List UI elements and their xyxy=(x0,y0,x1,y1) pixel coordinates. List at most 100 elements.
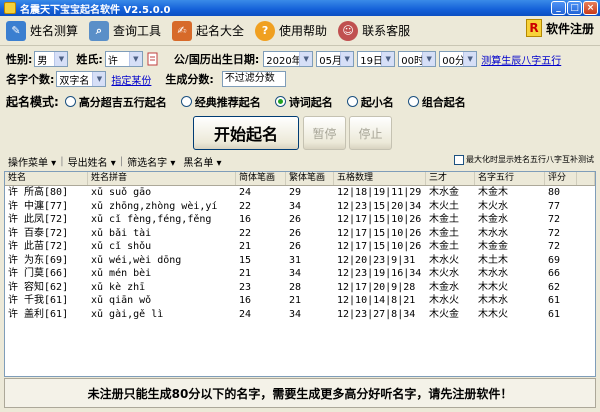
assign-char-link[interactable]: 指定某份 xyxy=(111,72,151,87)
table-cell: 木水水 xyxy=(478,268,508,279)
table-row[interactable]: 许 容知[62] xǔ kè zhī 23 28 12|17|20|9|28 木金水 木木火… xyxy=(5,281,595,295)
menu-label: 操作菜单 xyxy=(8,157,48,169)
table-cell: 木金水 xyxy=(478,214,508,225)
table-cell: 木金金 xyxy=(478,241,508,252)
start-naming-button[interactable]: 开始起名 xyxy=(193,116,299,150)
column-header[interactable]: 三才 xyxy=(426,172,475,185)
toolbar-contact-support[interactable]: ☺ 联系客服 xyxy=(336,18,415,44)
table-cell: 72 xyxy=(548,227,561,239)
mode-radio-high-score[interactable]: 高分超吉五行起名 xyxy=(64,94,167,110)
month-select[interactable]: 05月 ▼ xyxy=(316,51,355,67)
column-header[interactable]: 繁体笔画 xyxy=(286,172,334,185)
table-cell: 12|18|19|11|29 xyxy=(337,187,422,198)
year-value: 2020年 xyxy=(266,55,302,67)
column-header[interactable]: 五格数理 xyxy=(334,172,426,185)
toolbar-name-analysis[interactable]: ✎ 姓名测算 xyxy=(4,18,83,44)
menu-operations[interactable]: 操作菜单 ▾ xyxy=(4,154,60,169)
table-cell: 34 xyxy=(289,308,302,320)
menu-filter-names[interactable]: 筛选名字 ▾ xyxy=(123,154,179,169)
table-row[interactable]: 许 千我[61] xǔ qiān wǒ 16 21 12|10|14|8|21 木水火 木木… xyxy=(5,294,595,308)
table-cell: 77 xyxy=(548,200,561,212)
mode-radio-poetry[interactable]: 诗词起名 xyxy=(274,94,333,110)
hour-value: 00时 xyxy=(401,55,424,67)
book-icon: ✎ xyxy=(6,20,26,41)
table-row[interactable]: 许 中瀍[77] xǔ zhōng,zhòng wèi,yí 22 34 12|23|1… xyxy=(5,200,595,214)
table-cell: 许 为东[69] xyxy=(8,254,69,266)
table-row[interactable]: 许 所高[80] xǔ suǒ gāo 24 29 12|18|19|11|29 木水金 木… xyxy=(5,186,595,200)
day-select[interactable]: 19日 ▼ xyxy=(357,51,396,67)
table-cell: 木火水 xyxy=(478,200,508,212)
table-row[interactable]: 许 此凤[72] xǔ cǐ fèng,féng,fěng 16 26 12|17|15… xyxy=(5,213,595,227)
menu-blacklist[interactable]: 黑名单 ▾ xyxy=(179,154,225,169)
table-cell: 69 xyxy=(548,254,561,266)
name-count-label: 名字个数: xyxy=(6,73,55,86)
table-cell: 12|17|20|9|28 xyxy=(337,281,416,293)
table-cell: 木金土 xyxy=(429,241,459,252)
hour-select[interactable]: 00时 ▼ xyxy=(398,51,437,67)
table-cell: 12|23|15|20|34 xyxy=(337,200,422,212)
results-table[interactable]: 姓名 姓名拼音 简体笔画 繁体笔画 五格数理 三才 名字五行 评分 许 所高[8… xyxy=(4,171,596,377)
table-row[interactable]: 许 百泰[72] xǔ bǎi tài 22 26 12|17|15|10|26 木金土 木… xyxy=(5,227,595,241)
table-cell: 15 xyxy=(239,254,252,266)
column-header[interactable]: 姓名 xyxy=(5,172,88,185)
chevron-down-icon: ▼ xyxy=(422,52,436,66)
column-header[interactable]: 名字五行 xyxy=(475,172,545,185)
surname-select[interactable]: 许 ▼ xyxy=(104,51,143,67)
table-cell: xǔ wéi,wèi dōng xyxy=(91,254,182,266)
score-filter-field[interactable]: 不过滤分数 xyxy=(221,71,286,87)
table-row[interactable]: 许 盖利[61] xǔ gài,gě lì 24 34 12|23|27|8|34 木火金… xyxy=(5,308,595,322)
mode-radio-nickname[interactable]: 起小名 xyxy=(346,94,394,110)
table-cell: 21 xyxy=(239,268,252,279)
table-cell: 66 xyxy=(548,268,561,279)
surname-value: 许 xyxy=(107,55,118,67)
title-bar: 名震天下宝宝起名软件 V2.5.0.0 _ □ × xyxy=(0,0,600,16)
table-cell: 12|23|19|16|34 xyxy=(337,268,422,279)
column-header[interactable]: 姓名拼音 xyxy=(88,172,236,185)
maximize-show-checkbox[interactable]: 最大化时显示姓名五行八字互补测试 xyxy=(454,154,594,165)
table-cell: 22 xyxy=(239,227,252,239)
radio-dot xyxy=(180,96,192,107)
table-row[interactable]: 许 门莫[66] xǔ mén bèi 21 34 12|23|19|16|34 木火水 木… xyxy=(5,267,595,281)
mode-radio-combination[interactable]: 组合起名 xyxy=(407,94,466,110)
table-row[interactable]: 许 为东[69] xǔ wéi,wèi dōng 15 31 12|20|23|9|31… xyxy=(5,254,595,268)
gender-select[interactable]: 男 ▼ xyxy=(34,51,69,67)
register-button[interactable]: R 软件注册 xyxy=(525,19,594,37)
table-cell: 木水水 xyxy=(478,227,508,239)
toolbar-label: 使用帮助 xyxy=(279,24,328,38)
surname-label: 姓氏: xyxy=(76,53,103,66)
result-menu-bar: 操作菜单 ▾ | 导出姓名 ▾ | 筛选名字 ▾ 黑名单 ▾ 最大化时显示姓名五… xyxy=(4,154,596,169)
column-header[interactable]: 简体笔画 xyxy=(236,172,286,185)
column-header[interactable]: 评分 xyxy=(545,172,577,185)
calc-bazi-link[interactable]: 测算生辰八字五行 xyxy=(481,52,561,67)
table-cell: xǔ gài,gě lì xyxy=(91,308,164,320)
radio-dot xyxy=(64,96,76,107)
table-cell: 木木水 xyxy=(478,295,508,306)
minimize-button[interactable]: _ xyxy=(551,1,566,15)
mode-radio-classic[interactable]: 经典推荐起名 xyxy=(180,94,261,110)
table-header: 姓名 姓名拼音 简体笔画 繁体笔画 五格数理 三才 名字五行 评分 xyxy=(5,172,595,186)
close-button[interactable]: × xyxy=(583,1,598,15)
document-icon[interactable] xyxy=(146,52,160,66)
chevron-down-icon: ▼ xyxy=(92,72,106,86)
radio-dot xyxy=(346,96,358,107)
register-icon: R xyxy=(525,19,542,37)
table-cell: 12|17|15|10|26 xyxy=(337,214,422,225)
toolbar-naming-collection[interactable]: ✍ 起名大全 xyxy=(170,18,249,44)
menu-export-names[interactable]: 导出姓名 ▾ xyxy=(64,154,120,169)
name-count-value: 双字名 xyxy=(59,75,90,87)
pause-button[interactable]: 暂停 xyxy=(303,116,346,150)
minute-select[interactable]: 00分 ▼ xyxy=(439,51,478,67)
toolbar-help[interactable]: ? 使用帮助 xyxy=(253,18,332,44)
chevron-down-icon: ▼ xyxy=(299,52,313,66)
table-cell: 24 xyxy=(239,308,252,320)
magnifier-icon: ⌕ xyxy=(89,20,110,41)
table-cell: 21 xyxy=(289,295,302,306)
stop-button[interactable]: 停止 xyxy=(349,116,392,150)
toolbar-query-tools[interactable]: ⌕ 查询工具 xyxy=(87,18,166,44)
person-icon: ☺ xyxy=(338,20,359,41)
table-row[interactable]: 许 此苗[72] xǔ cǐ shǒu 21 26 12|17|15|10|26 木金土 木… xyxy=(5,240,595,254)
name-count-select[interactable]: 双字名 ▼ xyxy=(56,71,107,87)
register-label: 软件注册 xyxy=(545,21,594,36)
year-select[interactable]: 2020年 ▼ xyxy=(263,51,314,67)
maximize-button[interactable]: □ xyxy=(567,1,582,15)
